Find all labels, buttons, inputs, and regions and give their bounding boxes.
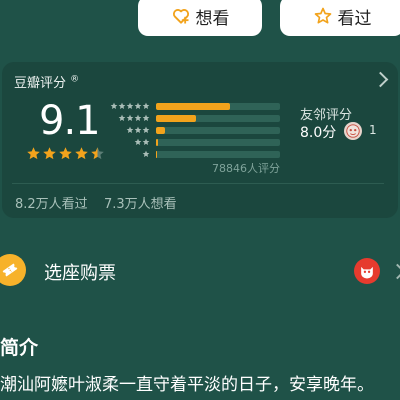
star-icon bbox=[58, 146, 73, 165]
distribution-bar bbox=[156, 126, 165, 134]
intro-text: 潮汕阿嬷叶淑柔一直守着平淡的日子，安享晚年。 bbox=[0, 375, 374, 395]
rating-stars bbox=[26, 146, 105, 165]
distribution-stars bbox=[108, 150, 150, 158]
rating-brand: 豆瓣评分 ® bbox=[14, 74, 80, 91]
star-icon bbox=[26, 146, 41, 165]
distribution-bar-track bbox=[156, 114, 280, 122]
heart-plus-icon bbox=[171, 6, 191, 26]
rating-score: 9.1 bbox=[39, 98, 101, 144]
distribution-row bbox=[108, 138, 280, 146]
watched-label: 看过 bbox=[337, 8, 372, 29]
friend-count: 1 bbox=[369, 123, 377, 137]
distribution-bar bbox=[156, 102, 231, 110]
distribution-bar-track bbox=[156, 126, 280, 134]
buy-ticket-label[interactable]: 选座购票 bbox=[44, 259, 116, 285]
star-icon bbox=[74, 146, 89, 165]
distribution-bar bbox=[156, 138, 158, 146]
rating-count: 78846人评分 bbox=[212, 162, 280, 175]
distribution-bar bbox=[156, 150, 158, 158]
friend-rating-score: 8.0分 bbox=[300, 125, 337, 141]
want-to-watch-button[interactable]: 想看 bbox=[138, 0, 262, 36]
distribution-bar bbox=[156, 114, 196, 122]
distribution-row bbox=[108, 102, 280, 110]
distribution-stars bbox=[108, 102, 150, 110]
distribution-bar-track bbox=[156, 138, 280, 146]
divider bbox=[12, 183, 384, 184]
distribution-stars bbox=[108, 126, 150, 134]
wanting-count: 7.3万人想看 bbox=[104, 197, 177, 212]
intro-title: 简介 bbox=[0, 337, 39, 359]
distribution-stars bbox=[108, 114, 150, 122]
ticket-icon bbox=[0, 254, 26, 286]
chevron-right-icon[interactable] bbox=[389, 263, 400, 280]
cat-logo-icon bbox=[354, 258, 380, 284]
distribution-row bbox=[108, 126, 280, 134]
distribution-stars bbox=[108, 138, 150, 146]
friend-rating-title: 友邻评分 bbox=[300, 108, 353, 123]
star-icon bbox=[42, 146, 57, 165]
friend-avatar[interactable] bbox=[344, 122, 362, 140]
distribution-row bbox=[108, 150, 280, 158]
star-outline-icon bbox=[313, 6, 333, 26]
distribution-row bbox=[108, 114, 280, 122]
star-icon bbox=[90, 146, 105, 165]
distribution-bar-track bbox=[156, 150, 280, 158]
watched-count: 8.2万人看过 bbox=[15, 197, 88, 212]
distribution-bar-track bbox=[156, 102, 280, 110]
watched-button[interactable]: 看过 bbox=[280, 0, 400, 36]
want-to-watch-label: 想看 bbox=[195, 8, 230, 29]
